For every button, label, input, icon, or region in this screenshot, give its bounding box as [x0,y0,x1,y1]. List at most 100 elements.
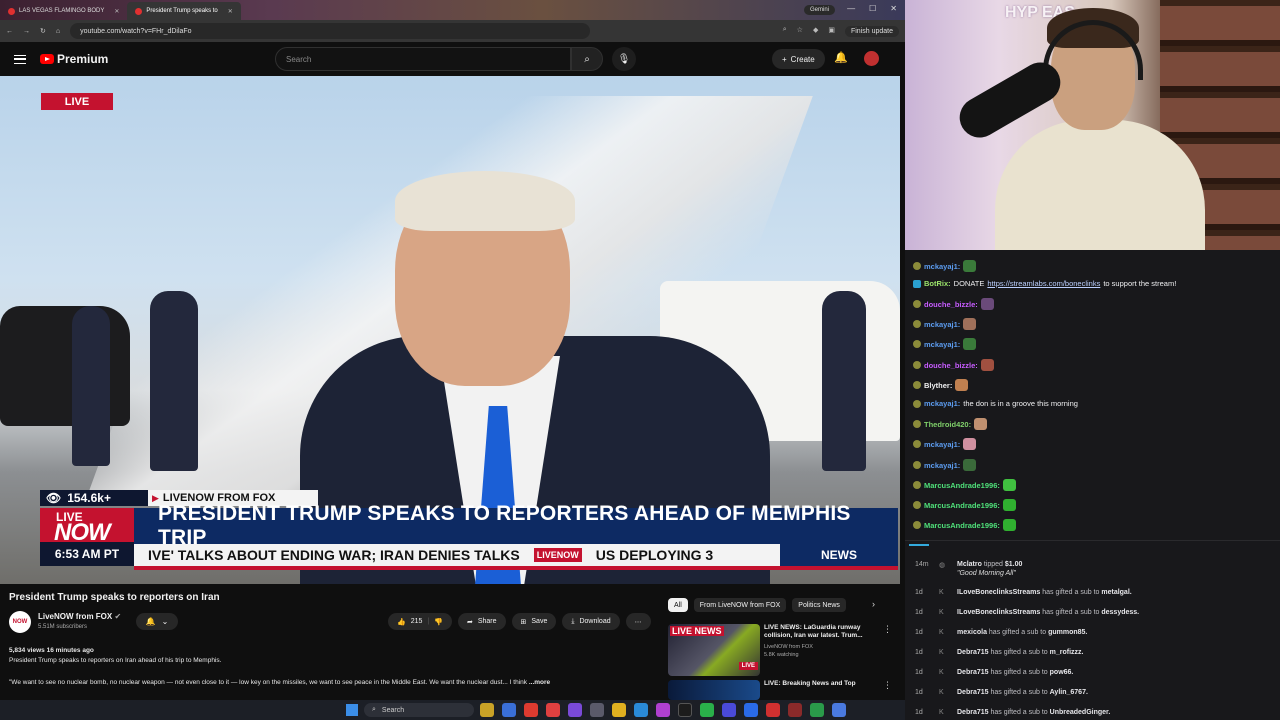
event-target: m_rofizzz. [1049,649,1084,656]
like-dislike-button[interactable]: 👍 215 | 👎 [388,613,452,630]
event-age: 1d [915,689,923,696]
event-action: has gifted a sub to [1040,609,1102,616]
tab-close-icon[interactable]: ✕ [228,8,233,15]
video-description[interactable]: 5,834 views 16 minutes ago President Tru… [9,646,659,688]
chat-username[interactable]: mckayaj1: [924,340,960,349]
ticker-text-right: US DEPLOYING 3 [595,547,714,563]
chat-username[interactable]: Blyther: [924,381,952,390]
app-icon[interactable] [832,703,846,717]
address-bar[interactable]: youtube.com/watch?v=FHr_dDilaFo [70,23,591,39]
taskbar-search[interactable]: ⌕ Search [364,703,474,717]
browser-tab-2[interactable]: President Trump speaks to ✕ [127,2,241,20]
chat-username[interactable]: mckayaj1: [924,262,960,271]
recommended-video[interactable]: LIVE: Breaking News and Top ⋮ [668,680,892,700]
chrome-icon[interactable] [524,703,538,717]
app-icon[interactable] [722,703,736,717]
chevron-right-icon[interactable]: › [872,599,875,609]
gift-sub-event: 1d K Debra715 has gifted a sub to Unbreade… [915,709,1110,717]
event-target: Aylin_6767. [1049,689,1088,696]
chat-username[interactable]: MarcusAndrade1996: [924,501,1000,510]
views-and-date: 5,834 views 16 minutes ago [9,647,94,654]
voice-search-button[interactable]: 🎙 [612,47,636,71]
extensions-puzzle-icon[interactable]: ▣ [828,26,835,37]
gift-icon: K [939,689,944,696]
chat-link[interactable]: https://streamlabs.com/boneclinks [987,279,1100,288]
chat-username[interactable]: Thedroid420: [924,420,971,429]
close-window-icon[interactable]: ✕ [890,4,897,13]
app-icon[interactable] [810,703,824,717]
finish-update-button[interactable]: Finish update [844,25,899,37]
thumbs-down-icon: 👎 [434,618,443,626]
chip-politics-news[interactable]: Politics News [792,598,846,612]
save-button[interactable]: ⊞ Save [511,613,557,630]
chat-username[interactable]: BotRix: [924,279,951,288]
youtube-logo[interactable]: Premium [40,52,108,66]
video-title: President Trump speaks to reporters on I… [9,592,220,603]
more-actions-button[interactable]: ⋯ [625,613,651,630]
events-tab-indicator [909,544,929,546]
app-icon[interactable] [590,703,604,717]
chat-username[interactable]: douche_bizzle: [924,361,978,370]
chat-username[interactable]: mckayaj1: [924,440,960,449]
zoom-icon[interactable]: ⌕ [783,26,787,37]
car-scene [0,306,130,426]
edge-icon[interactable] [502,703,516,717]
video-actions: 👍 215 | 👎 ➦ Share ⊞ Save ⤓ Download ⋯ [388,613,651,630]
obs-icon[interactable] [568,703,582,717]
more-vert-icon[interactable]: ⋮ [883,680,892,691]
minimize-icon[interactable]: — [847,4,855,13]
os-taskbar: ⌕ Search [0,700,905,720]
forward-icon[interactable]: → [23,28,30,35]
chat-username[interactable]: MarcusAndrade1996: [924,521,1000,530]
search-input[interactable]: Search [275,47,571,71]
app-icon[interactable] [744,703,758,717]
app-icon[interactable] [656,703,670,717]
steam-icon[interactable] [634,703,648,717]
channel-avatar[interactable]: NOW [9,611,31,633]
back-icon[interactable]: ← [6,28,13,35]
chip-from-channel[interactable]: From LiveNOW from FOX [693,598,787,612]
channel-name[interactable]: LiveNOW from FOX ✔ [38,612,121,621]
chat-username[interactable]: douche_bizzle: [924,300,978,309]
search-button[interactable]: ⌕ [571,47,603,71]
event-user: Debra715 [957,669,989,676]
extension-icon[interactable]: ◆ [813,26,818,37]
tip-event: 14m ◍ Mclatro tipped $1.00 "Good Morning Al… [915,561,1022,577]
viewer-count: 👁 154.6k+ [40,490,148,506]
app-icon[interactable] [766,703,780,717]
terminal-icon[interactable] [678,703,692,717]
download-button[interactable]: ⤓ Download [562,613,620,630]
notifications-bell-icon[interactable]: 🔔 [834,51,848,64]
chip-all[interactable]: All [668,598,688,612]
gemini-button[interactable]: Gemini [803,5,835,15]
folder-icon[interactable] [612,703,626,717]
chat-username[interactable]: MarcusAndrade1996: [924,481,1000,490]
file-explorer-icon[interactable] [480,703,494,717]
spotify-icon[interactable] [700,703,714,717]
browser-icon[interactable] [546,703,560,717]
more-vert-icon[interactable]: ⋮ [883,624,892,635]
account-avatar[interactable] [864,51,879,66]
home-icon[interactable]: ⌂ [56,28,60,35]
bookmark-star-icon[interactable]: ☆ [797,26,803,37]
video-player[interactable]: LIVE 👁 154.6k+ ▶ LIVENOW FROM FOX LIVE N… [0,76,900,584]
chat-username[interactable]: mckayaj1: [924,461,960,470]
chat-username[interactable]: mckayaj1: [924,399,960,408]
chat-username[interactable]: mckayaj1: [924,320,960,329]
hamburger-menu-icon[interactable] [14,54,26,64]
chat-emote-icon [963,438,977,450]
share-button[interactable]: ➦ Share [457,613,506,630]
create-button[interactable]: + Create [772,49,825,69]
subscribed-bell-button[interactable]: 🔔 ⌄ [136,613,178,630]
officer-figure [150,291,198,471]
maximize-icon[interactable]: ☐ [869,4,876,13]
tab-close-icon[interactable]: ✕ [114,8,119,15]
event-body: Mclatro tipped $1.00 "Good Morning All" [957,561,1022,577]
reload-icon[interactable]: ↻ [40,27,46,35]
start-menu-icon[interactable] [346,704,358,716]
recommended-video[interactable]: LIVE NEWS LIVE LIVE NEWS: LaGuardia runw… [668,624,892,676]
browser-tab-1[interactable]: LAS VEGAS FLAMINGO BODY ✕ [0,2,127,20]
tab-favicon-icon [135,7,143,15]
more-link[interactable]: ...more [529,679,550,686]
app-icon[interactable] [788,703,802,717]
